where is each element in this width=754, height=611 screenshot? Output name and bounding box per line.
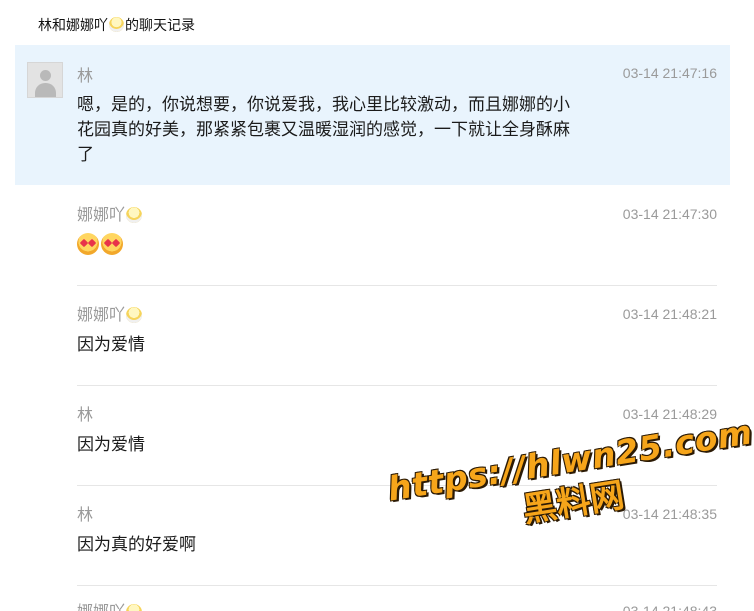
message-sender: 林 — [77, 505, 94, 524]
sender-name: 娜娜吖 — [77, 305, 126, 324]
message-sender: 林 — [77, 66, 94, 85]
message-time: 03-14 21:48:29 — [622, 406, 717, 422]
avatar-body-shape — [35, 83, 56, 97]
chick-emoji-icon — [126, 207, 143, 223]
message-emojis — [77, 233, 577, 259]
message-time: 03-14 21:48:43 — [622, 603, 717, 611]
page-title: 林和娜娜吖 的聊天记录 — [38, 16, 195, 36]
sender-name: 娜娜吖 — [77, 205, 126, 224]
message-item[interactable]: 娜娜吖 03-14 21:47:30 — [15, 185, 730, 285]
message-sender: 林 — [77, 405, 94, 424]
chat-history-page: 林和娜娜吖 的聊天记录 林 03-14 21:47:16 嗯，是的，你说想要，你说… — [0, 0, 754, 611]
avatar[interactable] — [27, 62, 63, 98]
message-item[interactable]: 林 03-14 21:47:16 嗯，是的，你说想要，你说爱我，我心里比较激动，… — [15, 45, 730, 185]
avatar-head-shape — [40, 70, 51, 81]
message-text: 嗯，是的，你说想要，你说爱我，我心里比较激动，而且娜娜的小花园真的好美，那紧紧包… — [77, 95, 570, 165]
message-text: 因为真的好爱啊 — [77, 535, 196, 555]
message-time: 03-14 21:47:30 — [622, 206, 717, 222]
message-item[interactable]: 林 03-14 21:48:29 因为爱情 — [15, 385, 730, 485]
message-time: 03-14 21:48:35 — [622, 506, 717, 522]
message-sender: 娜娜吖 — [77, 305, 143, 325]
message-sender: 娜娜吖 — [77, 602, 143, 611]
sender-name: 娜娜吖 — [77, 602, 125, 611]
message-item[interactable]: 娜娜吖 03-14 21:48:21 因为爱情 — [15, 285, 730, 385]
heart-eyes-face-icon — [101, 233, 123, 255]
message-text: 因为爱情 — [77, 435, 145, 455]
heart-eyes-face-icon — [77, 233, 99, 255]
chick-emoji-icon — [109, 17, 124, 32]
title-suffix: 的聊天记录 — [125, 18, 195, 34]
message-item[interactable]: 娜娜吖 03-14 21:48:43 — [15, 585, 730, 611]
chick-emoji-icon — [126, 604, 143, 611]
title-prefix: 林和娜娜吖 — [38, 18, 108, 34]
chick-emoji-icon — [126, 307, 143, 323]
message-time: 03-14 21:47:16 — [622, 65, 717, 81]
message-sender: 娜娜吖 — [77, 205, 143, 225]
message-time: 03-14 21:48:21 — [622, 306, 717, 322]
message-text: 因为爱情 — [77, 335, 145, 355]
message-item[interactable]: 林 03-14 21:48:35 因为真的好爱啊 — [15, 485, 730, 585]
